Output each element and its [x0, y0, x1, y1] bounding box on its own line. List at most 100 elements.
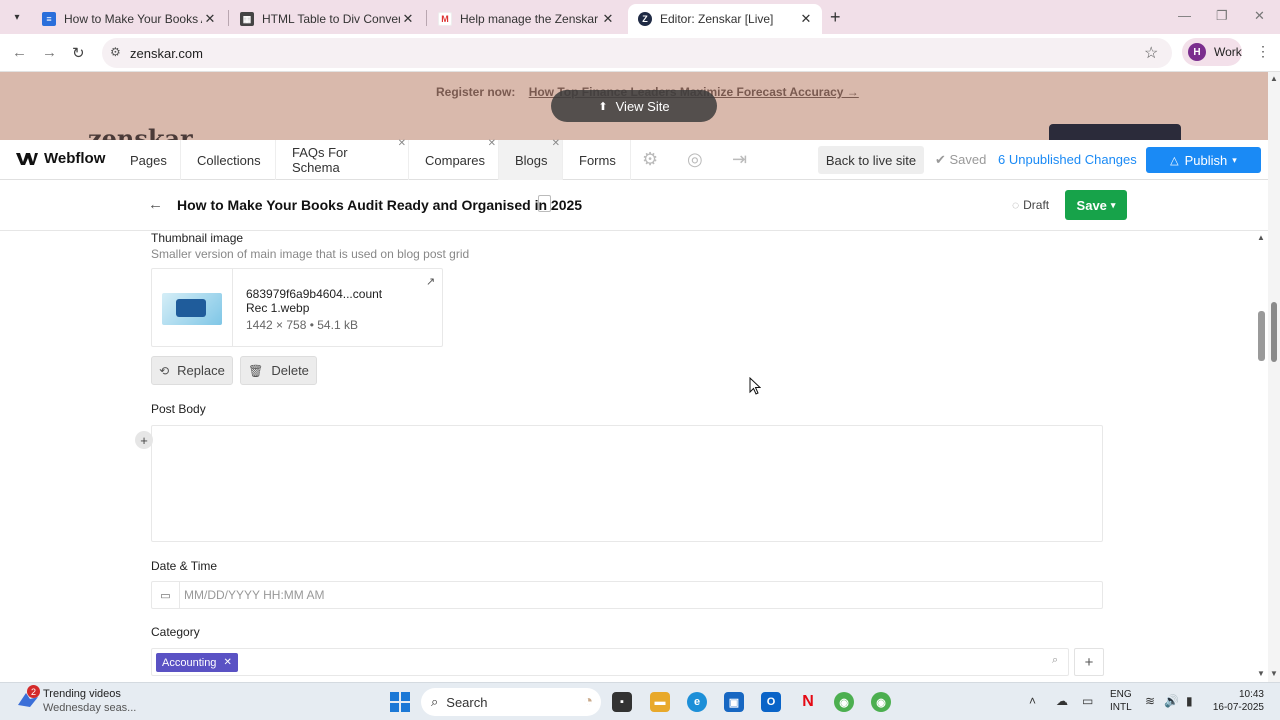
close-tab-icon[interactable]: ✕: [488, 138, 496, 149]
back-arrow-icon[interactable]: ←: [148, 196, 163, 213]
scrollbar-thumb[interactable]: [1271, 302, 1277, 362]
browser-tab-4[interactable]: Z Editor: Zenskar [Live] ✕: [628, 4, 822, 34]
chrome-icon[interactable]: ◉: [834, 692, 854, 712]
site-logo: zenskar: [88, 124, 193, 140]
close-icon[interactable]: ✕: [600, 11, 616, 27]
file-name: 683979f6a9b4604...count Rec 1.webp: [246, 287, 383, 315]
site-preview-banner: Register now: How Top Finance Leaders Ma…: [0, 72, 1268, 140]
category-field[interactable]: Accounting ✕ ⌕: [151, 648, 1069, 676]
close-tab-icon[interactable]: ✕: [398, 138, 406, 149]
file-meta: 1442 × 758 • 54.1 kB: [246, 318, 358, 332]
back-to-live-site-button[interactable]: Back to live site: [818, 146, 924, 174]
unpublished-changes-link[interactable]: 6 Unpublished Changes: [998, 152, 1137, 167]
thumbnail-file-card[interactable]: 683979f6a9b4604...count Rec 1.webp 1442 …: [151, 268, 443, 347]
browser-tab-2[interactable]: ▦ HTML Table to Div Converter ✕: [230, 4, 424, 34]
item-form: Thumbnail image Smaller version of main …: [0, 231, 1268, 681]
volume-icon[interactable]: 🔊: [1164, 694, 1179, 708]
profile-button[interactable]: H Work: [1182, 38, 1242, 66]
scroll-down-icon[interactable]: ▼: [1270, 669, 1278, 678]
store-icon[interactable]: ▣: [724, 692, 744, 712]
scrollbar-thumb[interactable]: [1258, 311, 1265, 361]
calendar-icon[interactable]: ▭: [152, 582, 180, 608]
view-site-button[interactable]: ⬆ View Site: [551, 90, 717, 122]
netflix-icon[interactable]: N: [798, 692, 818, 712]
clock[interactable]: 10:43 16-07-2025: [1210, 688, 1264, 714]
forward-icon[interactable]: →: [42, 44, 57, 61]
page-scrollbar[interactable]: ▲ ▼: [1268, 72, 1280, 682]
display-icon[interactable]: ▭: [1082, 694, 1093, 708]
back-icon[interactable]: ←: [12, 44, 27, 61]
wifi-icon[interactable]: ≋: [1145, 694, 1155, 708]
language-indicator[interactable]: ENG INTL: [1110, 688, 1132, 714]
widgets-title[interactable]: Trending videos: [43, 688, 121, 700]
save-button[interactable]: Save ▾: [1065, 190, 1127, 220]
window-close-icon[interactable]: ✕: [1254, 8, 1265, 24]
taskbar-search[interactable]: ⌕ Search ◔: [421, 688, 601, 716]
help-lifebuoy-icon[interactable]: ◎: [687, 149, 703, 170]
date-time-input[interactable]: [182, 583, 1082, 607]
tab-forms[interactable]: Forms: [563, 140, 631, 180]
file-explorer-icon[interactable]: ▬: [650, 692, 670, 712]
delete-button[interactable]: 🗑 Delete: [240, 356, 317, 385]
trash-icon: 🗑: [248, 363, 264, 378]
post-body-editor[interactable]: [151, 425, 1103, 542]
tab-collections[interactable]: Collections: [181, 140, 276, 180]
address-bar: ← → ↻ ⚙ zenskar.com ☆ H Work ⋮: [0, 34, 1280, 72]
content-scrollbar[interactable]: ▲ ▼: [1254, 231, 1268, 681]
close-icon[interactable]: ✕: [798, 11, 814, 27]
browser-tab-3[interactable]: M Help manage the Zenskar [Live] ✕: [428, 4, 624, 34]
add-block-icon[interactable]: +: [135, 431, 153, 449]
omnibox[interactable]: ⚙ zenskar.com ☆: [102, 38, 1172, 68]
publish-button[interactable]: △ Publish ▾: [1146, 147, 1261, 173]
minimize-icon[interactable]: —: [1178, 8, 1191, 23]
search-icon: ⌕: [1052, 654, 1059, 666]
date-time-field[interactable]: ▭: [151, 581, 1103, 609]
tab-blogs[interactable]: Blogs ✕: [499, 138, 563, 180]
remove-chip-icon[interactable]: ✕: [223, 657, 231, 668]
open-external-icon[interactable]: ↗: [426, 275, 435, 288]
browser-tab-1[interactable]: ≡ How to Make Your Books Audit ✕: [32, 4, 226, 34]
saved-status: ✔ Saved: [935, 152, 987, 167]
chrome-profile-icon[interactable]: ◉: [871, 692, 891, 712]
category-label: Category: [151, 625, 200, 639]
bookmark-star-icon[interactable]: ☆: [1144, 43, 1158, 63]
category-chip[interactable]: Accounting ✕: [156, 653, 238, 672]
add-category-button[interactable]: +: [1074, 648, 1104, 676]
more-menu-icon[interactable]: ⋮: [1256, 43, 1270, 60]
reload-icon[interactable]: ↻: [72, 44, 85, 62]
windows-start-icon[interactable]: [390, 692, 410, 712]
close-icon[interactable]: ✕: [202, 11, 218, 27]
close-icon[interactable]: ✕: [400, 11, 416, 27]
windows-taskbar: 2 Trending videos Wednesday seas... ⌕ Se…: [0, 682, 1280, 720]
outlook-icon[interactable]: O: [761, 692, 781, 712]
scroll-up-icon[interactable]: ▲: [1257, 233, 1265, 242]
restore-icon[interactable]: ❐: [1216, 8, 1228, 24]
tab-compares[interactable]: Compares ✕: [409, 138, 499, 180]
settings-gear-icon[interactable]: ⚙: [642, 149, 658, 170]
tab-faqs-for-schema[interactable]: FAQs For Schema ✕: [276, 138, 409, 180]
tab-divider: [228, 10, 229, 26]
webflow-logo[interactable]: Webflow: [16, 150, 105, 167]
edge-icon[interactable]: e: [687, 692, 707, 712]
publish-icon: △: [1170, 154, 1179, 167]
document-icon[interactable]: [538, 195, 551, 212]
close-tab-icon[interactable]: ✕: [552, 138, 560, 149]
battery-icon[interactable]: ▮: [1186, 694, 1193, 708]
logout-icon[interactable]: ⇥: [732, 149, 747, 170]
refresh-icon: ⟲: [159, 363, 170, 378]
grid-icon: ▦: [240, 12, 254, 26]
onedrive-icon[interactable]: ☁: [1056, 694, 1068, 708]
scroll-down-icon[interactable]: ▼: [1257, 669, 1265, 678]
tab-pages[interactable]: Pages: [114, 140, 181, 180]
url-text[interactable]: zenskar.com: [130, 46, 203, 61]
tab-search-chevron-icon[interactable]: ▾: [6, 6, 28, 28]
new-tab-icon[interactable]: +: [830, 7, 841, 28]
widgets-subtitle[interactable]: Wednesday seas...: [43, 702, 136, 714]
scroll-up-icon[interactable]: ▲: [1270, 74, 1278, 83]
replace-button[interactable]: ⟲ Replace: [151, 356, 233, 385]
show-hidden-icons-icon[interactable]: ˄: [1029, 694, 1036, 708]
thumbnail-graphic: [176, 299, 206, 317]
task-view-icon[interactable]: ▪: [612, 692, 632, 712]
avatar: H: [1188, 43, 1206, 61]
site-settings-icon[interactable]: ⚙: [110, 45, 121, 59]
